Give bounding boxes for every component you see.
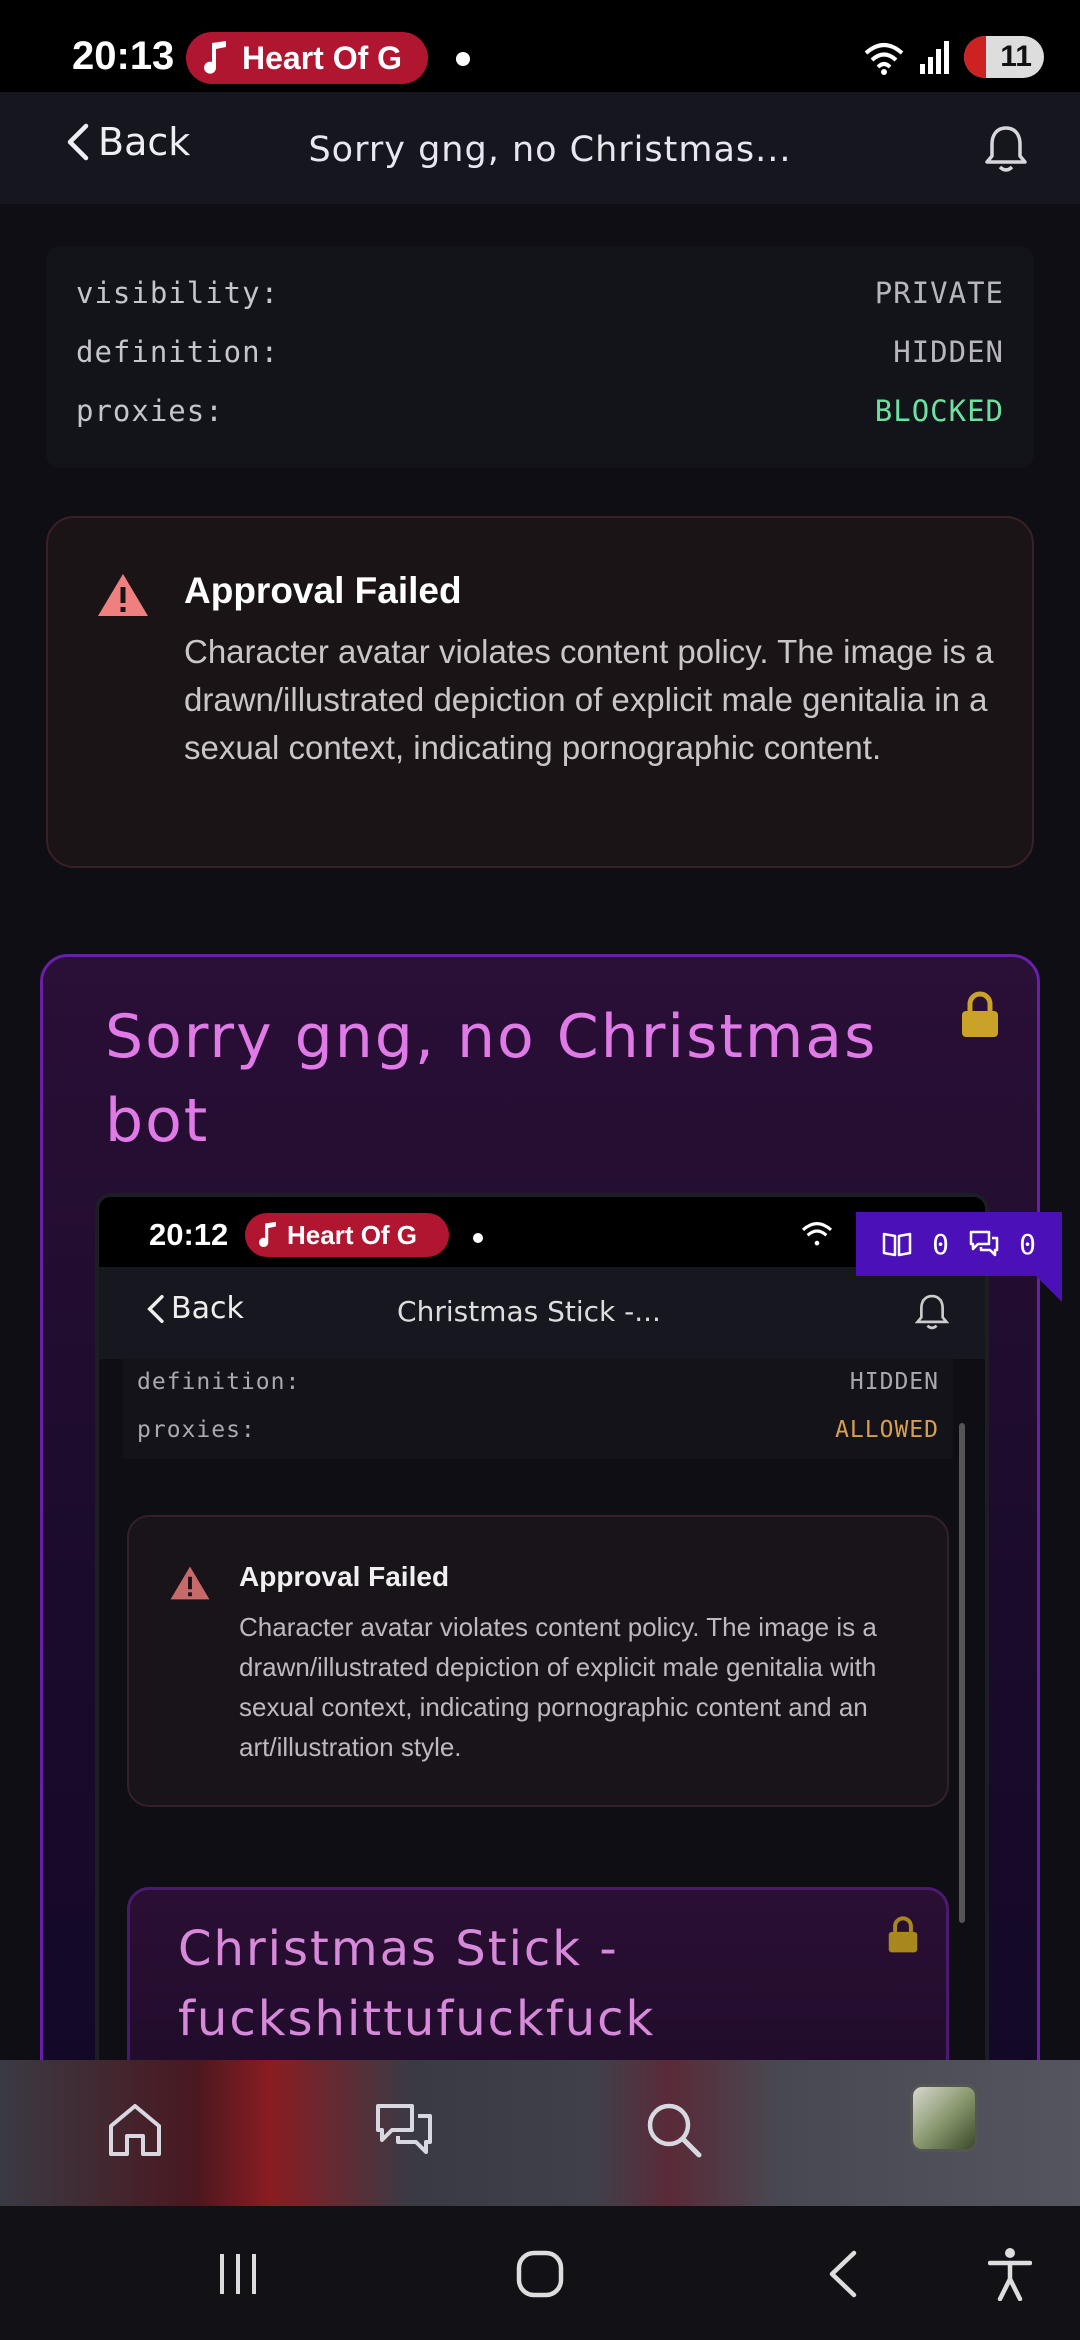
home-icon [109,2104,161,2156]
embedded-media-pill: Heart Of G [245,1213,449,1257]
meta-row-proxies: proxies: BLOCKED [76,394,1004,453]
approval-title: Approval Failed [184,570,462,611]
page-title: Sorry gng, no Christmas... [308,130,792,170]
embedded-back-label: Back [171,1291,244,1326]
bot-meta-card: visibility: PRIVATE definition: HIDDEN p… [46,246,1034,468]
battery-level: 11 [1000,40,1032,73]
back-system-button[interactable] [810,2242,874,2306]
lock-icon [962,991,998,1037]
approval-message: Character avatar violates content policy… [184,633,994,766]
media-pill-label: Heart Of G [242,39,403,76]
meta-value: BLOCKED [874,394,1004,428]
meta-label: proxies: [76,394,224,428]
overlay-count-b: 0 [1019,1227,1036,1261]
nav-messages-button[interactable] [364,2090,444,2170]
wifi-icon [864,43,904,75]
embedded-bot-card: Christmas Stick - fuckshittufuckfuck [127,1887,949,2060]
media-pill[interactable]: Heart Of G [186,32,428,84]
meta-value: HIDDEN [849,1369,939,1395]
overlay-badge-tail [1036,1276,1062,1302]
meta-row-visibility: visibility: PRIVATE [76,276,1004,335]
warning-icon [170,1566,210,1600]
embedded-approval-title: Approval Failed [239,1561,450,1592]
embedded-approval-card: Approval Failed Character avatar violate… [127,1515,949,1807]
embedded-meta-row: definition: HIDDEN [137,1369,939,1417]
embedded-bot-title: Christmas Stick - fuckshittufuckfuck [178,1921,656,2047]
back-button[interactable]: Back [64,120,190,164]
chat-icon [969,1230,999,1257]
system-navigation-bar [0,2206,1080,2340]
signal-icon [920,41,949,74]
meta-value: ALLOWED [835,1417,939,1443]
meta-value: HIDDEN [893,335,1004,369]
recents-button[interactable] [206,2242,270,2306]
nav-profile-avatar[interactable] [910,2084,978,2152]
messages-icon [376,2104,432,2154]
embedded-time: 20:12 [149,1217,229,1252]
status-time: 20:13 [72,34,175,78]
home-circle-icon [516,2250,564,2298]
embedded-header: Back Christmas Stick -... [99,1267,985,1359]
nav-search-button[interactable] [634,2090,714,2170]
nav-home-button[interactable] [95,2090,175,2170]
embedded-media-label: Heart Of G [287,1219,418,1250]
music-note-icon [204,41,226,74]
notification-dot [456,52,470,66]
lock-icon [888,1916,918,1953]
wifi-icon [801,1222,833,1246]
status-bar: 20:13 Heart Of G 11 [0,0,1080,92]
main-content[interactable]: visibility: PRIVATE definition: HIDDEN p… [0,204,1080,2060]
chevron-left-icon [67,123,89,161]
bottom-navigation [0,2060,1080,2206]
status-icons: 11 [862,36,1044,78]
back-icon [829,2250,857,2298]
overlay-counter-badge[interactable]: 0 0 [856,1212,1062,1276]
battery-indicator: 11 [964,36,1044,78]
bell-icon [985,126,1027,172]
embedded-status-bar: 20:12 Heart Of G [99,1197,985,1267]
bot-card[interactable]: Sorry gng, no Christmas bot 20:12 Heart … [40,954,1040,2060]
meta-label: definition: [137,1369,301,1395]
back-label: Back [98,120,191,164]
meta-row-definition: definition: HIDDEN [76,335,1004,394]
home-system-button[interactable] [508,2242,572,2306]
embedded-approval-message: Character avatar violates content policy… [239,1612,877,1762]
embedded-meta: definition: HIDDEN proxies: ALLOWED [123,1359,953,1459]
recents-icon [220,2254,256,2294]
warning-icon [98,574,148,616]
meta-label: definition: [76,335,280,369]
embedded-back: Back [145,1291,244,1326]
top-app-bar: Back Sorry gng, no Christmas... [0,92,1080,204]
approval-failed-card: Approval Failed Character avatar violate… [46,516,1034,868]
bot-title: Sorry gng, no Christmas bot [105,1002,878,1156]
embedded-screenshot: 20:12 Heart Of G Back Christmas Stick -. [95,1193,989,2060]
notifications-button[interactable] [984,124,1028,179]
accessibility-button[interactable] [978,2242,1042,2306]
music-note-icon [259,1221,276,1248]
meta-label: visibility: [76,276,280,310]
chevron-left-icon [147,1294,164,1323]
embedded-scrollbar [959,1423,965,1923]
search-icon [647,2103,702,2158]
overlay-count-a: 0 [932,1227,949,1261]
accessibility-icon [988,2248,1032,2301]
embedded-title: Christmas Stick -... [397,1295,661,1328]
embedded-meta-row: proxies: ALLOWED [137,1417,939,1465]
embedded-dot [473,1233,483,1243]
meta-value: PRIVATE [874,276,1004,310]
meta-label: proxies: [137,1417,256,1443]
bell-icon [915,1294,949,1330]
book-icon [882,1232,912,1257]
